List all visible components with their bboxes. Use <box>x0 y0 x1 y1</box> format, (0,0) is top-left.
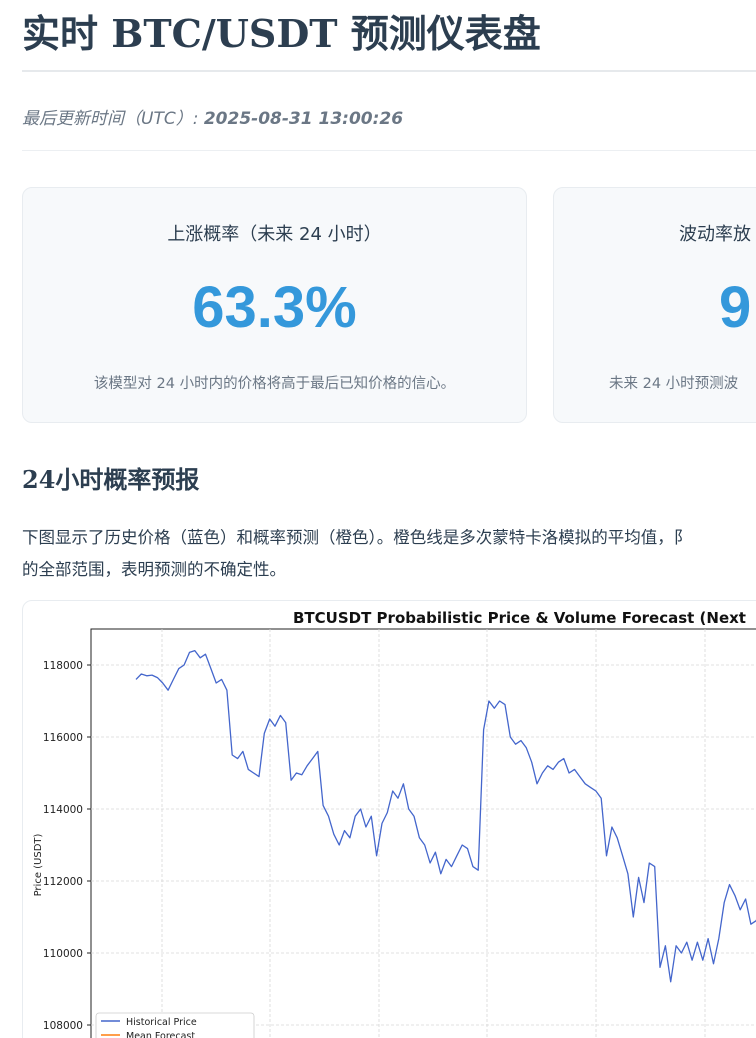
forecast-chart: 108000 110000 112000 114000 116000 118000 BTCU… <box>22 600 756 1038</box>
card-value: 9 <box>719 275 752 340</box>
last-updated-label: 最后更新时间（UTC）: <box>22 109 199 129</box>
last-updated-value: 2025-08-31 13:00:26 <box>203 109 404 129</box>
legend-label: Mean Forecast <box>126 1031 195 1038</box>
section-title: 24小时概率预报 <box>22 465 200 494</box>
y-tick-label: 116000 <box>43 732 83 744</box>
chart-title: BTCUSDT Probabilistic Price & Volume For… <box>293 609 746 627</box>
card-title: 波动率放 <box>679 224 751 245</box>
y-tick-label: 118000 <box>43 660 83 672</box>
page-title: 实时 BTC/USDT 预测仪表盘 <box>22 11 541 56</box>
y-axis-label: Price (USDT) <box>33 833 44 896</box>
y-tick-label: 112000 <box>43 876 83 888</box>
card-description: 未来 24 小时预测波 <box>609 376 739 392</box>
card-value: 63.3% <box>192 275 357 340</box>
plot-area <box>90 628 756 1038</box>
y-tick-label: 110000 <box>43 948 83 960</box>
paragraph-line: 下图显示了历史价格（蓝色）和概率预测（橙色）。橙色线是多次蒙特卡洛模拟的平均值，… <box>22 528 691 547</box>
section-paragraph: 下图显示了历史价格（蓝色）和概率预测（橙色）。橙色线是多次蒙特卡洛模拟的平均值，… <box>22 522 756 586</box>
dashboard-page: 实时 BTC/USDT 预测仪表盘 最后更新时间（UTC）: 2025-08-3… <box>0 0 756 1038</box>
forecast-chart-svg: 108000 110000 112000 114000 116000 118000 BTCU… <box>33 609 756 1038</box>
probability-up-card: 上涨概率（未来 24 小时） 63.3% 该模型对 24 小时内的价格将高于最后… <box>22 187 527 423</box>
y-tick-label: 108000 <box>43 1020 83 1032</box>
volatility-card: 波动率放 9 未来 24 小时预测波 <box>553 187 756 423</box>
last-updated: 最后更新时间（UTC）: 2025-08-31 13:00:26 <box>22 104 403 129</box>
title-divider <box>22 70 756 72</box>
y-tick-label: 114000 <box>43 804 83 816</box>
header-divider <box>22 150 756 151</box>
paragraph-line: 的全部范围，表明预测的不确定性。 <box>22 560 286 579</box>
card-title: 上涨概率（未来 24 小时） <box>167 224 382 245</box>
card-description: 该模型对 24 小时内的价格将高于最后已知价格的信心。 <box>93 376 456 392</box>
legend-label: Historical Price <box>126 1017 197 1028</box>
